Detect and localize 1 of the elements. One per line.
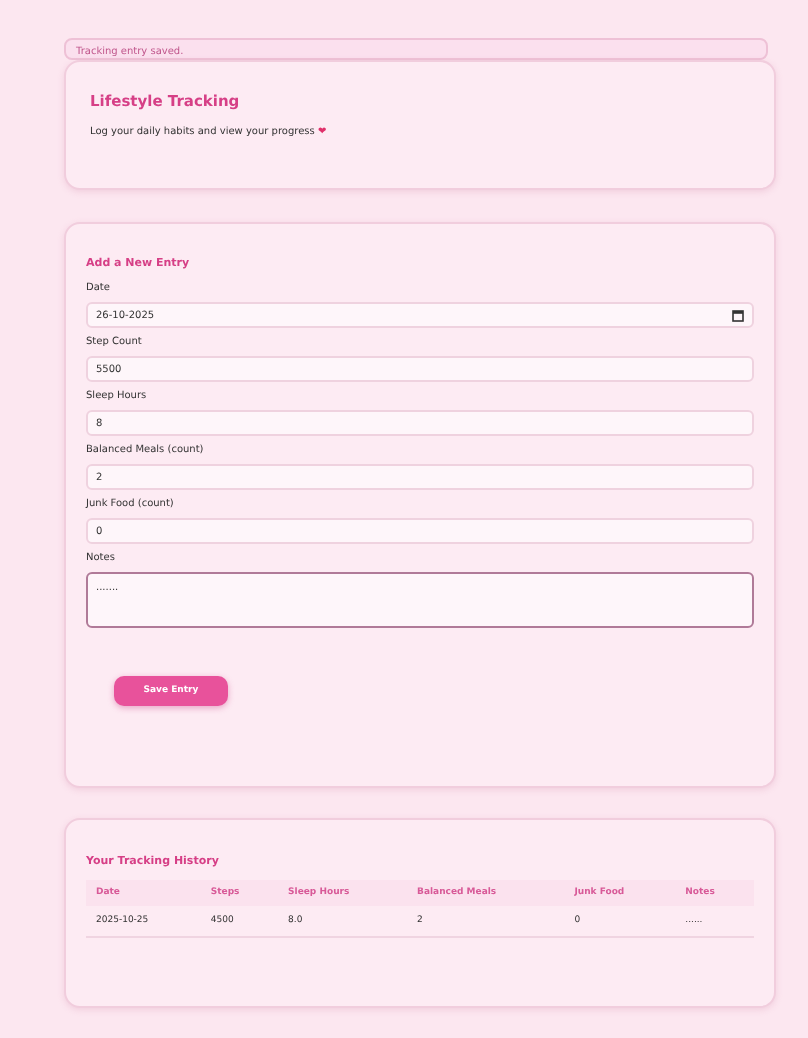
calendar-icon[interactable] <box>732 309 744 321</box>
